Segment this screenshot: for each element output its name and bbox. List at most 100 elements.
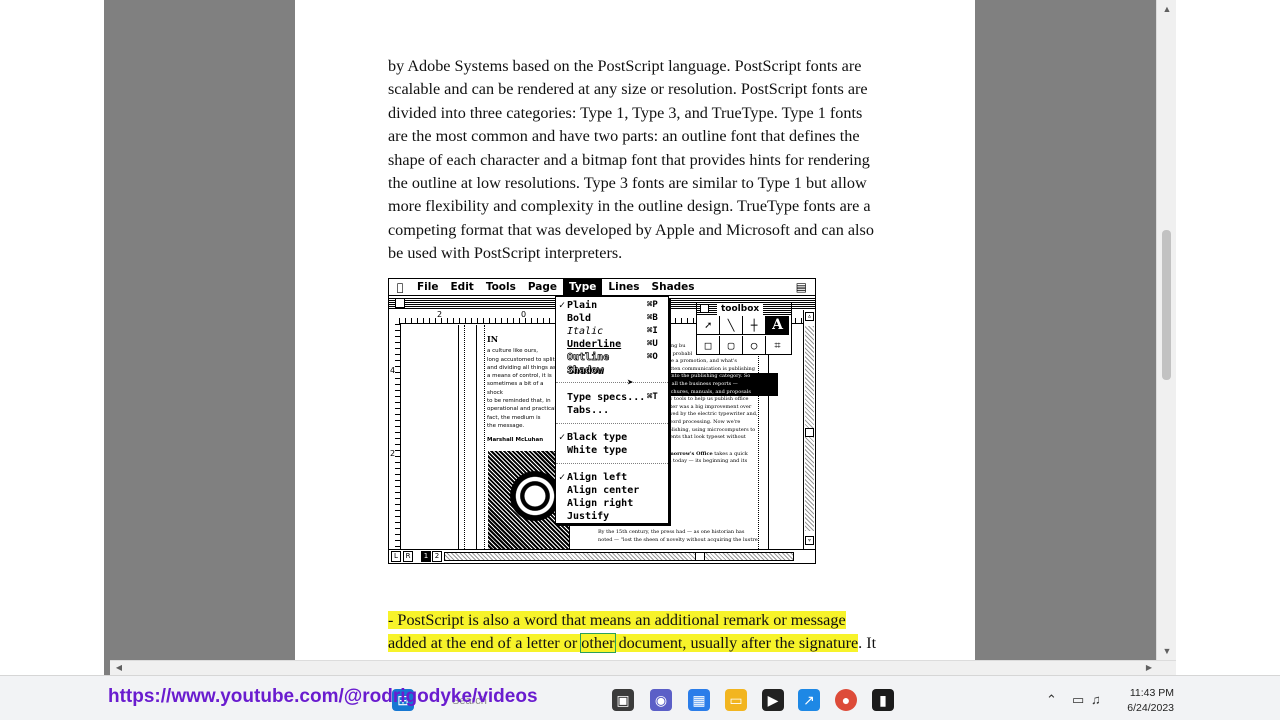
menu-edit: Edit [450,281,474,293]
column-line: to be reminded that, in [487,398,551,405]
menu-item-align-center: Align center [567,485,640,496]
column-line: the message. [487,422,525,429]
plain-text: . It [858,634,877,653]
media-player-icon[interactable]: ▶ [762,689,784,711]
menu-item-italic: Italic ⌘I [567,326,658,337]
text-line: by Adobe Systems based on the PostScript… [388,57,862,75]
column-line: publishing, using microcomputers to [662,426,756,433]
vertical-scrollbar[interactable]: ▲ ▼ [1156,0,1176,660]
store-icon[interactable]: ▦ [688,689,710,711]
youtube-url-overlay: https://www.youtube.com/@rodrigodyke/vid… [108,686,538,707]
mac-horizontal-scroll-track [444,552,794,561]
publication-column-body: ishing bu you probabl gave a promotion, … [662,343,778,466]
paragraph-postscript-fonts: by Adobe Systems based on the PostScript… [388,55,948,266]
column-line: Tomorrow's Office takes a quick [662,451,778,459]
text-tool-icon: A [766,316,789,335]
left-margin [0,0,110,720]
horizontal-scrollbar[interactable]: ◀ ▶ [110,660,1176,675]
menu-separator [556,423,668,424]
column-line: and today — its beginning and its [662,458,748,465]
text-line: are the most common and have two parts: … [388,127,860,146]
task-view-icon[interactable]: ▣ [612,689,634,711]
text-line: - PostScript is also a word that means a… [388,609,948,632]
text-line: be used with PostScript interpreters. [388,244,623,263]
selected-line: all into the publishing category. So [662,373,778,381]
menu-file: File [417,281,439,293]
diagonal-line-tool-icon: ╲ [720,316,743,335]
column-line: llowed by the electric typewriter and, [662,411,758,418]
mac-page-bar: L R 1 2 [389,549,815,563]
column-line: written communication is publishing [662,365,755,372]
column-line: writer was a big improvement over [662,403,752,410]
ruler-number: 4 [390,366,396,375]
column-line: long accustomed to split [487,356,555,363]
page-edge [476,325,477,549]
chevron-up-icon[interactable]: ⌃ [1046,692,1057,708]
teams-chat-icon[interactable]: ◉ [650,689,672,711]
rounded-rectangle-tool-icon: ▢ [720,336,743,355]
menu-item-justify: Justify [567,511,610,522]
mac-vertical-scrollbar: ▵ ▿ [803,310,815,549]
document-viewer[interactable]: by Adobe Systems based on the PostScript… [110,0,1176,675]
volume-icon[interactable]: ♫ [1091,692,1101,707]
network-icon[interactable]: ▭ [1072,692,1084,708]
column-line: and dividing all things as [487,364,556,371]
menu-item-white-type: White type [567,445,628,456]
arrow-cursor-icon: ➤ [627,376,634,389]
column-line: operational and practical [487,406,556,413]
scroll-down-icon[interactable]: ▼ [1157,642,1177,660]
highlighted-text: document, usually after the signature [614,634,859,653]
page-tab-right: R [403,551,413,562]
scroll-left-icon[interactable]: ◀ [112,661,126,675]
column-line: fact, the medium is [487,414,541,421]
toolbox-palette: toolbox ➚ ╲ ┼ A □ ▢ ○ ⌗ [696,302,792,355]
page-tab-left: L [391,551,401,562]
menu-item-type-specs: Type specs... ⌘T [567,392,658,403]
paragraph-postscript-meaning: - PostScript is also a word that means a… [388,609,948,656]
highlighted-text: added at the end of a letter or [388,634,582,653]
selected-line: ing all the business reports — [662,380,778,389]
text-line: competing format that was developed by A… [388,220,874,239]
margin-guide [484,325,485,549]
scroll-up-arrow-icon: ▵ [805,312,814,321]
menu-lines: Lines [608,281,640,293]
publication-column-quote: IN a culture like ours, long accustomed … [487,335,557,445]
ruler-number: 0 [521,310,527,319]
file-explorer-icon[interactable]: ▭ [725,689,747,711]
page-tab-1: 1 [421,551,431,562]
scroll-up-icon[interactable]: ▲ [1157,0,1177,18]
scroll-right-icon[interactable]: ▶ [1142,661,1156,675]
menu-item-plain: ✓ Plain ⌘P [559,300,658,311]
terminal-icon[interactable]: ▮ [872,689,894,711]
clock-time: 11:43 PM [1129,687,1174,699]
menu-item-bold: Bold ⌘B [567,313,658,324]
selected-line: brochures, manuals, and proposals [662,388,778,397]
chrome-icon[interactable]: ● [835,689,857,711]
app-icon[interactable]: ↗ [798,689,820,711]
menu-shades: Shades [651,281,695,293]
column-guide [464,325,465,549]
quote-signature: Marshall McLuhan [487,437,544,444]
publication-column-bottom: By the 15th century, the press had — as … [598,529,788,544]
menu-separator [556,463,668,464]
toolbox-titlebar: toolbox [697,303,791,315]
menu-tools: Tools [485,281,516,293]
selected-word[interactable]: other [580,633,616,654]
scroll-down-arrow-icon: ▿ [805,536,814,545]
column-heading: IN [487,334,499,344]
taskbar-clock[interactable]: 11:43 PM 6/24/2023 [1104,686,1174,716]
rectangle-tool-icon: □ [697,336,720,355]
text-line: more flexibility and complexity in the o… [388,197,871,216]
menu-item-black-type: ✓ Black type [559,432,628,443]
column-line: noted — "lost the sheen of novelty witho… [598,536,758,543]
mac-horizontal-scroll-thumb [695,552,705,561]
trash-icon: ▤ [795,280,807,294]
menu-item-outline: Outline ⌘O [567,352,658,364]
column-line: a means of control, it is [487,373,552,380]
bold-title: Tomorrow's Office [662,450,713,457]
crop-tool-icon: ⌗ [774,339,781,352]
mac-menubar:  File Edit Tools Page Type Lines Shades… [389,279,815,296]
close-box-icon [700,304,709,313]
vertical-scroll-thumb[interactable] [1162,230,1171,380]
page-tab-2: 2 [432,551,442,562]
